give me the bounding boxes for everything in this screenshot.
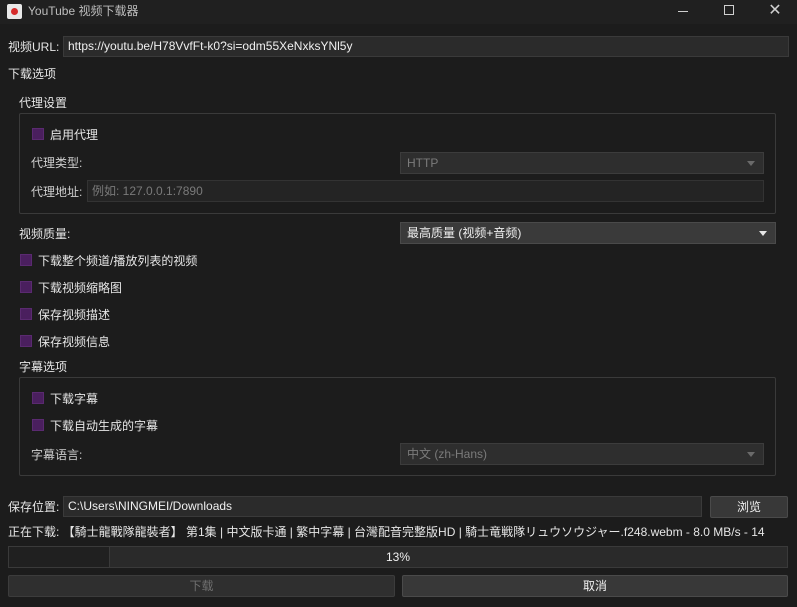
maximize-icon (724, 5, 734, 15)
close-icon: ✕ (768, 2, 782, 19)
maximize-button[interactable] (706, 0, 752, 22)
download-channel-label: 下载整个频道/播放列表的视频 (38, 254, 198, 268)
download-subtitles-label: 下载字幕 (50, 392, 99, 406)
browse-button[interactable]: 浏览 (710, 496, 788, 518)
download-auto-subtitles-checkbox[interactable] (32, 419, 44, 431)
video-quality-label: 视频质量: (19, 227, 71, 241)
chevron-down-icon (747, 452, 755, 457)
download-channel-checkbox[interactable] (20, 254, 32, 266)
video-quality-value: 最高质量 (视频+音频) (407, 226, 522, 240)
proxy-type-label: 代理类型: (31, 156, 83, 170)
close-button[interactable]: ✕ (752, 0, 797, 22)
download-thumbnail-label: 下载视频缩略图 (38, 281, 123, 295)
subtitle-options-title: 字幕选项 (19, 360, 68, 374)
minimize-button[interactable] (660, 0, 706, 22)
proxy-type-value: HTTP (407, 156, 439, 170)
subtitle-language-value: 中文 (zh-Hans) (407, 447, 488, 461)
download-auto-subtitles-label: 下载自动生成的字幕 (50, 419, 159, 433)
proxy-address-label: 代理地址: (31, 185, 83, 199)
chevron-down-icon (759, 231, 767, 236)
save-description-checkbox[interactable] (20, 308, 32, 320)
download-options-title: 下载选项 (8, 67, 57, 81)
download-subtitles-checkbox[interactable] (32, 392, 44, 404)
download-status-text: 正在下载: 【騎士龍戰隊龍裝者】 第1集 | 中文版卡通 | 繁中字幕 | 台灣… (8, 525, 765, 539)
progress-label: 13% (385, 550, 411, 564)
minimize-icon (678, 11, 688, 12)
video-quality-select[interactable]: 最高质量 (视频+音频) (400, 222, 776, 244)
proxy-address-input[interactable]: 例如: 127.0.0.1:7890 (87, 180, 764, 202)
app-icon (7, 4, 22, 19)
window-title: YouTube 视频下载器 (28, 4, 139, 18)
cancel-button[interactable]: 取消 (402, 575, 788, 597)
save-location-input[interactable]: C:\Users\NINGMEI/Downloads (63, 496, 702, 517)
progress-bar: 13% (8, 546, 788, 568)
download-button[interactable]: 下载 (8, 575, 395, 597)
enable-proxy-checkbox[interactable] (32, 128, 44, 140)
subtitle-language-label: 字幕语言: (31, 448, 83, 462)
enable-proxy-label: 启用代理 (50, 128, 99, 142)
save-location-label: 保存位置: (8, 500, 60, 514)
url-input[interactable]: https://youtu.be/H78VvfFt-k0?si=odm55XeN… (63, 36, 789, 57)
save-info-checkbox[interactable] (20, 335, 32, 347)
download-thumbnail-checkbox[interactable] (20, 281, 32, 293)
proxy-type-select[interactable]: HTTP (400, 152, 764, 174)
proxy-settings-title: 代理设置 (19, 96, 68, 110)
subtitle-language-select[interactable]: 中文 (zh-Hans) (400, 443, 764, 465)
save-info-label: 保存视频信息 (38, 335, 111, 349)
chevron-down-icon (747, 161, 755, 166)
save-description-label: 保存视频描述 (38, 308, 111, 322)
url-label: 视频URL: (8, 40, 60, 54)
